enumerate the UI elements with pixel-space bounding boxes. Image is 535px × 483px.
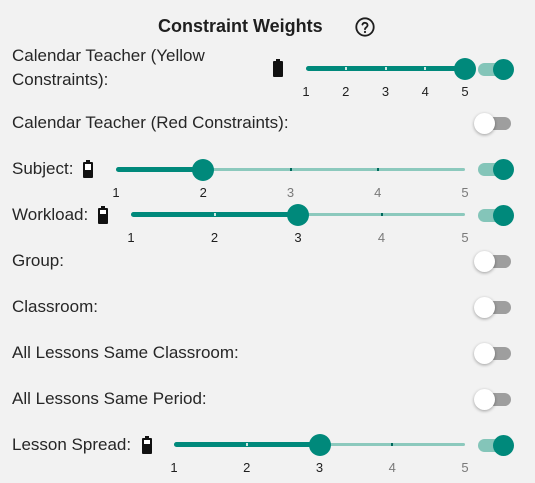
slider-tick-mark [384, 67, 387, 70]
slider-thumb[interactable] [308, 434, 331, 456]
enable-toggle[interactable] [474, 157, 514, 181]
slider-tick-label: 3 [315, 460, 324, 475]
slider-tick-label: 3 [286, 185, 295, 200]
slider-tick-label: 2 [210, 230, 219, 245]
toggle-knob [474, 113, 495, 134]
weight-slider[interactable]: 1 2 3 4 5 [302, 56, 476, 99]
toggle-knob [474, 389, 495, 410]
slider-tick-mark [424, 67, 427, 70]
constraint-label: Workload: [12, 205, 89, 224]
constraint-label: Subject: [12, 159, 74, 178]
constraint-label: Classroom: [12, 297, 98, 316]
slider-tick-label: 1 [170, 460, 178, 475]
slider-tick-label: 5 [461, 230, 469, 245]
slider-tick-label: 4 [421, 84, 429, 99]
constraint-label: Lesson Spread: [12, 435, 132, 454]
slider-tick-label: 4 [377, 230, 386, 245]
constraint-label: Calendar Teacher (Red Constraints): [12, 113, 289, 132]
slider-tick-label: 4 [374, 185, 382, 200]
question-circle-icon[interactable] [354, 16, 376, 38]
slider-tick-mark [391, 443, 394, 446]
slider-track-fill [116, 167, 204, 172]
slider-thumb[interactable] [454, 58, 476, 80]
enable-toggle[interactable] [474, 203, 514, 227]
enable-toggle[interactable] [474, 57, 514, 81]
slider-tick-label: 3 [294, 230, 302, 245]
constraint-label: All Lessons Same Classroom: [12, 343, 239, 362]
slider-tick-label: 2 [199, 185, 207, 200]
toggle-knob [493, 205, 514, 226]
slider-tick-label: 1 [127, 230, 135, 245]
constraint-label: Group: [12, 251, 64, 270]
slider-tick-label: 2 [243, 460, 251, 475]
battery-icon [83, 160, 93, 178]
slider-thumb[interactable] [192, 159, 215, 181]
battery-icon [273, 59, 283, 77]
toggle-knob [474, 343, 495, 364]
slider-tick-label: 5 [461, 185, 469, 200]
slider-thumb[interactable] [287, 204, 309, 226]
slider-tick-label: 4 [388, 460, 396, 475]
slider-tick-mark [344, 67, 347, 70]
slider-tick-label: 2 [342, 84, 350, 99]
weight-slider[interactable]: 1 2 3 4 5 [112, 157, 469, 200]
panel-title: Constraint Weights [158, 16, 323, 36]
toggle-knob [474, 251, 495, 272]
slider-tick-mark [213, 213, 216, 216]
enable-toggle[interactable] [474, 341, 514, 365]
battery-icon [142, 436, 152, 454]
slider-tick-mark [289, 168, 292, 171]
toggle-knob [474, 297, 495, 318]
slider-tick-label: 3 [381, 84, 390, 99]
constraint-weights-panel: Constraint Weights Calendar Teacher (Yel… [0, 0, 535, 483]
slider-tick-label: 1 [112, 185, 120, 200]
battery-icon [98, 206, 108, 224]
weight-slider[interactable]: 1 2 3 4 5 [127, 202, 469, 245]
slider-tick-label: 5 [461, 460, 469, 475]
constraint-label: Calendar Teacher (Yellow Constraints): [12, 46, 205, 89]
constraint-label: All Lessons Same Period: [12, 389, 207, 408]
enable-toggle[interactable] [474, 249, 514, 273]
enable-toggle[interactable] [474, 111, 514, 135]
slider-tick-mark [245, 443, 248, 446]
slider-tick-mark [380, 213, 383, 216]
slider-tick-label: 1 [302, 84, 310, 99]
weight-slider[interactable]: 1 2 3 4 5 [170, 432, 469, 475]
panel-header: Constraint Weights [0, 14, 535, 42]
enable-toggle[interactable] [474, 387, 514, 411]
toggle-knob [493, 59, 514, 80]
slider-tick-label: 5 [461, 84, 469, 99]
toggle-knob [493, 159, 514, 180]
slider-tick-mark [376, 168, 379, 171]
enable-toggle[interactable] [474, 295, 514, 319]
enable-toggle[interactable] [474, 433, 514, 457]
toggle-knob [493, 435, 514, 456]
